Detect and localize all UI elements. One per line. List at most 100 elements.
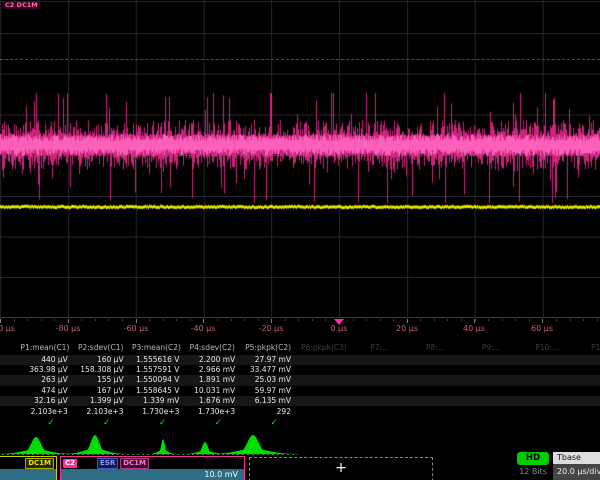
minor-tick <box>108 319 109 321</box>
minor-tick <box>488 319 489 321</box>
trigger-position-marker[interactable] <box>334 319 344 325</box>
measurement-value: 1.550094 V <box>129 375 185 385</box>
measurement-value: 1.676 mV <box>184 396 240 406</box>
minor-tick <box>312 319 313 321</box>
channel-c1-descriptor[interactable]: DC1M 10.0 mV <box>0 456 57 480</box>
c1-coupling-badge: DC1M <box>25 458 54 469</box>
time-axis-label: 60 µs <box>512 324 572 333</box>
minor-tick <box>502 319 503 321</box>
measurement-value: 363.98 µV <box>17 365 73 375</box>
time-axis-label: -80 µs <box>38 324 98 333</box>
measurement-value: 1.339 mV <box>129 396 185 406</box>
measurement-value: 1.558645 V <box>129 386 185 396</box>
measurement-header-1[interactable]: P1:mean(C1) <box>17 343 73 353</box>
minor-tick <box>461 319 462 321</box>
measurement-header-4[interactable]: P4:sdev(C2) <box>184 343 240 353</box>
measurement-value: 1.891 mV <box>184 375 240 385</box>
minor-tick <box>95 319 96 321</box>
measurement-header-6[interactable]: P6:pkpk(C3) <box>296 343 352 353</box>
minor-tick <box>54 319 55 321</box>
measurement-header-5[interactable]: P5:pkpk(C2) <box>240 343 296 353</box>
time-axis-label: 20 µs <box>377 324 437 333</box>
c1-scale-value: 10.0 mV <box>0 469 36 480</box>
timebase-descriptor[interactable]: Tbase 20.0 µs/div <box>553 452 600 480</box>
minor-tick <box>380 319 381 321</box>
minor-tick <box>149 319 150 321</box>
measurement-value: 10.031 mV <box>184 386 240 396</box>
histicon-peak <box>15 437 57 454</box>
major-tick <box>474 319 475 323</box>
time-axis-label: -20 µs <box>241 324 301 333</box>
waveform-grid: C2 DC1M <box>0 0 600 318</box>
measurement-value: 33.477 mV <box>240 365 296 375</box>
minor-tick <box>258 319 259 321</box>
minor-tick <box>231 319 232 321</box>
measurement-value: 1.730e+3 <box>129 407 185 417</box>
waveform-canvas <box>0 0 600 318</box>
measurement-value: 160 µV <box>73 355 129 365</box>
major-tick <box>407 319 408 323</box>
measurement-status-check: ✓ <box>264 418 284 430</box>
measurement-value: 1.557591 V <box>129 365 185 375</box>
add-trace-button[interactable]: + <box>249 457 433 480</box>
time-axis-label: -40 µs <box>173 324 233 333</box>
time-axis: -100 µs-80 µs-60 µs-40 µs-20 µs0 µs20 µs… <box>0 319 600 341</box>
minor-tick <box>298 319 299 321</box>
minor-tick <box>353 319 354 321</box>
time-axis-label: -100 µs <box>0 324 30 333</box>
plus-icon: + <box>335 458 347 478</box>
measurement-value: 2.103e+3 <box>73 407 129 417</box>
measurement-header-10[interactable]: P10:... <box>519 343 575 353</box>
measurement-header-7[interactable]: P7:... <box>352 343 408 353</box>
measurement-header-11[interactable]: P11:... <box>575 343 600 353</box>
measurement-header-2[interactable]: P2:sdev(C1) <box>73 343 129 353</box>
measurement-value: 27.97 mV <box>240 355 296 365</box>
measurement-value: 292 <box>240 407 296 417</box>
c2-esr-badge: ESR <box>97 458 118 469</box>
measurement-value: 2.103e+3 <box>17 407 73 417</box>
timebase-title: Tbase <box>553 452 600 464</box>
histicon-peak <box>229 435 277 454</box>
measurement-header-3[interactable]: P3:mean(C2) <box>129 343 185 353</box>
minor-tick <box>27 319 28 321</box>
oscilloscope-screen: C2 DC1M -100 µs-80 µs-60 µs-40 µs-20 µs0… <box>0 0 600 480</box>
measurement-value: 158.308 µV <box>73 365 129 375</box>
measurement-header-9[interactable]: P9:... <box>463 343 519 353</box>
major-tick <box>136 319 137 323</box>
measurement-value: 167 µV <box>73 386 129 396</box>
minor-tick <box>583 319 584 321</box>
timebase-scale-value: 20.0 µs/div <box>553 464 600 480</box>
minor-tick <box>447 319 448 321</box>
histicon-peak <box>193 442 217 454</box>
channel-c2-descriptor[interactable]: C2 ESR DC1M 10.0 mV <box>60 456 245 480</box>
measurement-value: 263 µV <box>17 375 73 385</box>
minor-tick <box>420 319 421 321</box>
minor-tick <box>81 319 82 321</box>
minor-tick <box>366 319 367 321</box>
measurement-status-check: ✓ <box>41 418 61 430</box>
histicon-peak <box>77 435 113 454</box>
major-tick <box>271 319 272 323</box>
time-axis-label: -60 µs <box>106 324 166 333</box>
minor-tick <box>41 319 42 321</box>
minor-tick <box>515 319 516 321</box>
measurement-status-check: ✓ <box>97 418 117 430</box>
measurement-value: 2.966 mV <box>184 365 240 375</box>
histicons <box>0 430 600 456</box>
major-tick <box>0 319 1 323</box>
major-tick <box>203 319 204 323</box>
minor-tick <box>190 319 191 321</box>
minor-tick <box>570 319 571 321</box>
minor-tick <box>434 319 435 321</box>
measurement-value: 1.555616 V <box>129 355 185 365</box>
minor-tick <box>176 319 177 321</box>
hd-mode-badge[interactable]: HD <box>517 452 549 465</box>
hd-bits-label: 12 Bits <box>510 467 556 476</box>
c2-label: C2 <box>63 459 77 468</box>
measurement-header-8[interactable]: P8:... <box>408 343 464 353</box>
major-tick <box>542 319 543 323</box>
measurement-status-check: ✓ <box>208 418 228 430</box>
minor-tick <box>325 319 326 321</box>
measurement-value: 2.200 mV <box>184 355 240 365</box>
minor-tick <box>597 319 598 321</box>
